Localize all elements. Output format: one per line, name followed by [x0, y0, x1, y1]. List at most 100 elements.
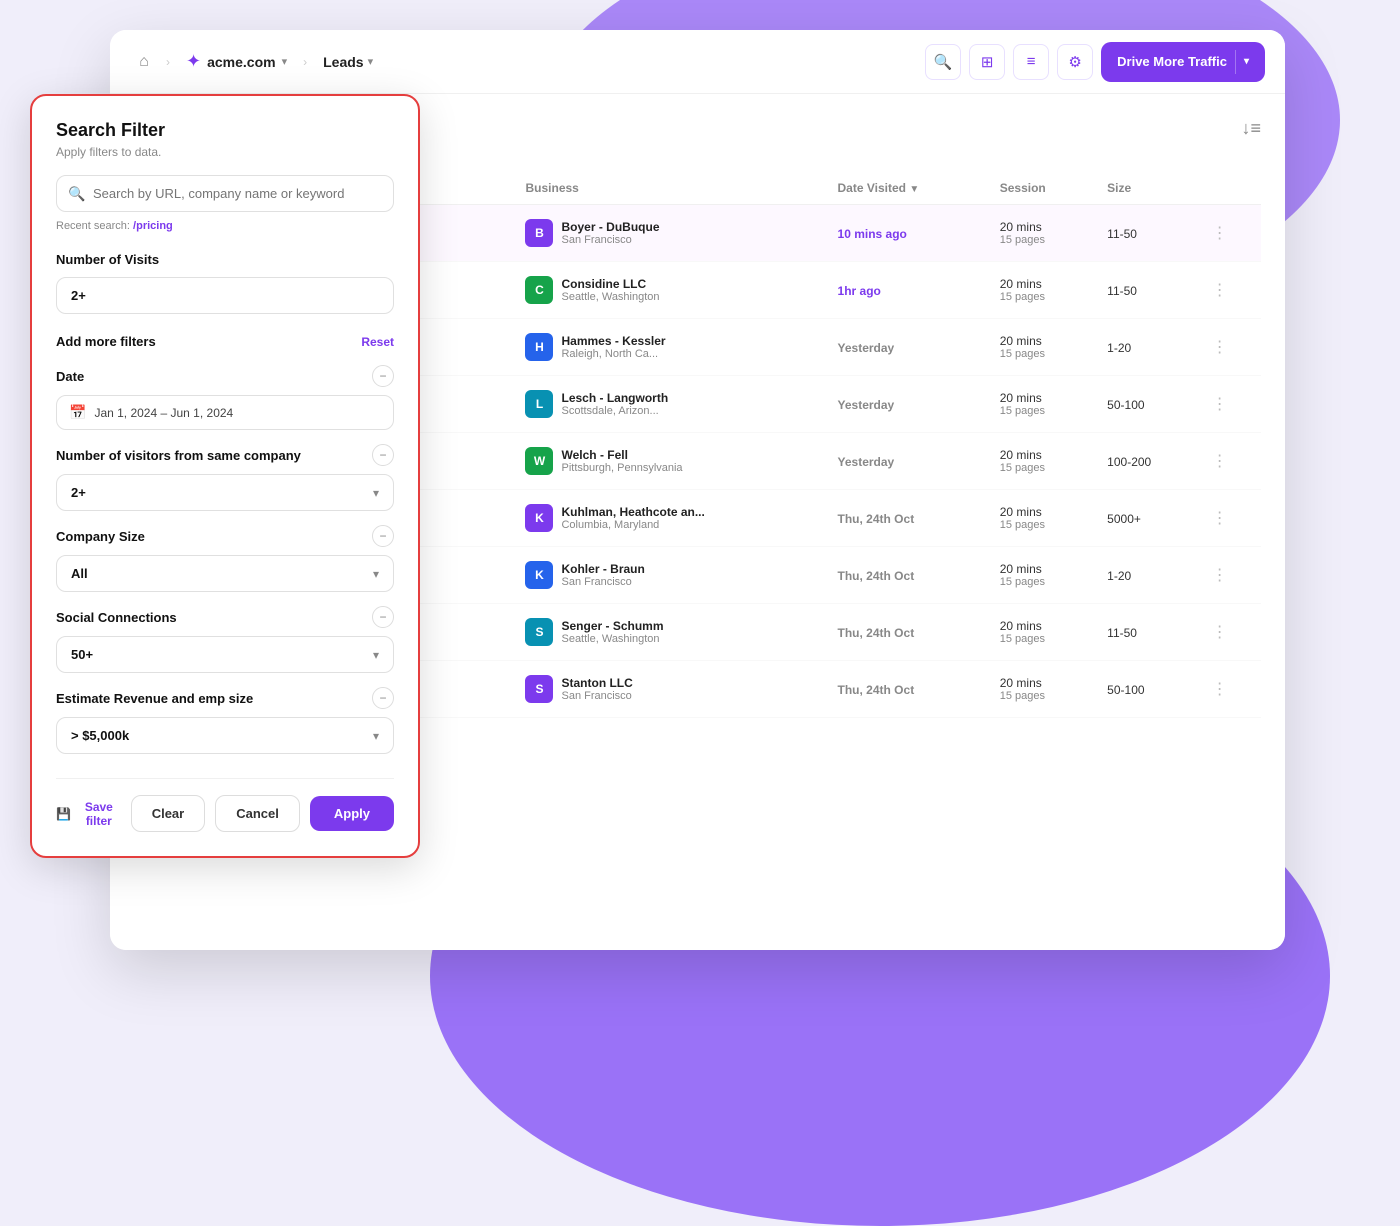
- size-badge: 1-20: [1107, 341, 1131, 355]
- brand-dropdown[interactable]: ✦ acme.com ▾: [178, 47, 295, 76]
- session-duration: 20 mins: [1000, 334, 1083, 348]
- session-pages: 15 pages: [1000, 519, 1083, 531]
- list-view-button[interactable]: ≡: [1013, 44, 1049, 80]
- row-menu-button[interactable]: ⋮: [1212, 624, 1228, 641]
- date-visited: Yesterday: [838, 398, 895, 412]
- business-cell: B Boyer - DuBuque San Francisco: [525, 219, 813, 247]
- row-menu-button[interactable]: ⋮: [1212, 567, 1228, 584]
- business-cell: L Lesch - Langworth Scottsdale, Arizon..…: [525, 390, 813, 418]
- search-nav-button[interactable]: 🔍: [925, 44, 961, 80]
- save-filter-button[interactable]: 💾 Save filter: [56, 800, 121, 828]
- date-visited: Yesterday: [838, 341, 895, 355]
- row-menu-button[interactable]: ⋮: [1212, 681, 1228, 698]
- business-location: Scottsdale, Arizon...: [561, 405, 668, 417]
- size-badge: 50-100: [1107, 398, 1144, 412]
- company-size-collapse[interactable]: −: [372, 525, 394, 547]
- business-cell: K Kuhlman, Heathcote an... Columbia, Mar…: [525, 504, 813, 532]
- business-location: Columbia, Maryland: [561, 519, 704, 531]
- estimate-revenue-select[interactable]: > $5,000k ▾: [56, 717, 394, 754]
- cancel-button[interactable]: Cancel: [215, 795, 300, 832]
- business-logo: L: [525, 390, 553, 418]
- filter-recent: Recent search: /pricing: [56, 220, 394, 232]
- filter-bottom-actions: 💾 Save filter Clear Cancel Apply: [56, 778, 394, 832]
- estimate-revenue-collapse[interactable]: −: [372, 687, 394, 709]
- drive-traffic-chevron-icon: ▾: [1244, 56, 1249, 67]
- business-logo: W: [525, 447, 553, 475]
- business-location: San Francisco: [561, 234, 659, 246]
- business-name: Lesch - Langworth: [561, 391, 668, 405]
- brand-star-icon: ✦: [186, 51, 201, 72]
- social-connections-filter-section: Social Connections − 50+ ▾: [56, 606, 394, 673]
- top-nav: ⌂ › ✦ acme.com ▾ › Leads ▾ 🔍 ⊞ ≡ ⚙ Drive…: [110, 30, 1285, 94]
- business-cell: S Stanton LLC San Francisco: [525, 675, 813, 703]
- col-size: Size: [1095, 172, 1199, 205]
- date-visited: 10 mins ago: [838, 227, 907, 241]
- business-location: Seattle, Washington: [561, 291, 659, 303]
- drive-traffic-label: Drive More Traffic: [1117, 54, 1227, 69]
- session-pages: 15 pages: [1000, 633, 1083, 645]
- row-menu-button[interactable]: ⋮: [1212, 510, 1228, 527]
- session-pages: 15 pages: [1000, 234, 1083, 246]
- row-menu-button[interactable]: ⋮: [1212, 282, 1228, 299]
- business-info: Kohler - Braun San Francisco: [561, 562, 644, 588]
- filter-recent-link[interactable]: /pricing: [133, 220, 173, 232]
- business-info: Boyer - DuBuque San Francisco: [561, 220, 659, 246]
- business-info: Kuhlman, Heathcote an... Columbia, Maryl…: [561, 505, 704, 531]
- same-company-select[interactable]: 2+ ▾: [56, 474, 394, 511]
- social-connections-label: Social Connections: [56, 610, 177, 625]
- date-filter-label: Date: [56, 369, 84, 384]
- session-pages: 15 pages: [1000, 576, 1083, 588]
- social-connections-select[interactable]: 50+ ▾: [56, 636, 394, 673]
- social-connections-collapse[interactable]: −: [372, 606, 394, 628]
- social-connections-chevron-icon: ▾: [373, 648, 379, 662]
- number-of-visits-input[interactable]: [56, 277, 394, 314]
- same-company-collapse[interactable]: −: [372, 444, 394, 466]
- row-menu-button[interactable]: ⋮: [1212, 396, 1228, 413]
- leads-nav[interactable]: Leads ▾: [315, 50, 381, 74]
- apply-button[interactable]: Apply: [310, 796, 394, 831]
- business-location: Pittsburgh, Pennsylvania: [561, 462, 682, 474]
- brand-name: acme.com: [207, 54, 275, 70]
- business-info: Hammes - Kessler Raleigh, North Ca...: [561, 334, 665, 360]
- business-cell: W Welch - Fell Pittsburgh, Pennsylvania: [525, 447, 813, 475]
- estimate-revenue-label: Estimate Revenue and emp size: [56, 691, 253, 706]
- home-button[interactable]: ⌂: [130, 48, 158, 76]
- session-duration: 20 mins: [1000, 505, 1083, 519]
- business-cell: K Kohler - Braun San Francisco: [525, 561, 813, 589]
- row-menu-button[interactable]: ⋮: [1212, 339, 1228, 356]
- date-visited: Thu, 24th Oct: [838, 512, 915, 526]
- business-location: San Francisco: [561, 576, 644, 588]
- date-filter-collapse[interactable]: −: [372, 365, 394, 387]
- add-more-filters-label: Add more filters: [56, 334, 156, 349]
- company-size-select[interactable]: All ▾: [56, 555, 394, 592]
- nav-separator-2: ›: [303, 55, 307, 69]
- clear-button[interactable]: Clear: [131, 795, 206, 832]
- business-cell: H Hammes - Kessler Raleigh, North Ca...: [525, 333, 813, 361]
- business-name: Considine LLC: [561, 277, 659, 291]
- business-logo: H: [525, 333, 553, 361]
- same-company-chevron-icon: ▾: [373, 486, 379, 500]
- company-size-chevron-icon: ▾: [373, 567, 379, 581]
- size-badge: 11-50: [1107, 284, 1137, 298]
- reset-button[interactable]: Reset: [361, 335, 394, 349]
- grid-view-button[interactable]: ⊞: [969, 44, 1005, 80]
- nav-icons-group: 🔍 ⊞ ≡ ⚙ Drive More Traffic ▾: [925, 42, 1265, 82]
- sort-button[interactable]: ↓≡: [1241, 118, 1261, 139]
- row-menu-button[interactable]: ⋮: [1212, 225, 1228, 242]
- business-cell: S Senger - Schumm Seattle, Washington: [525, 618, 813, 646]
- number-of-visits-label: Number of Visits: [56, 252, 394, 267]
- session-duration: 20 mins: [1000, 562, 1083, 576]
- filter-search-input[interactable]: [56, 175, 394, 212]
- settings-button[interactable]: ⚙: [1057, 44, 1093, 80]
- date-range-picker[interactable]: 📅 Jan 1, 2024 – Jun 1, 2024: [56, 395, 394, 430]
- date-visited: Thu, 24th Oct: [838, 569, 915, 583]
- filter-subtitle: Apply filters to data.: [56, 145, 394, 159]
- row-menu-button[interactable]: ⋮: [1212, 453, 1228, 470]
- search-filter-icon: 🔍: [68, 185, 85, 202]
- company-size-filter-section: Company Size − All ▾: [56, 525, 394, 592]
- search-filter-panel: Search Filter Apply filters to data. 🔍 R…: [30, 94, 420, 858]
- leads-chevron-icon: ▾: [368, 55, 374, 68]
- drive-traffic-button[interactable]: Drive More Traffic ▾: [1101, 42, 1265, 82]
- filter-title: Search Filter: [56, 120, 394, 141]
- date-filter-section: Date − 📅 Jan 1, 2024 – Jun 1, 2024: [56, 365, 394, 430]
